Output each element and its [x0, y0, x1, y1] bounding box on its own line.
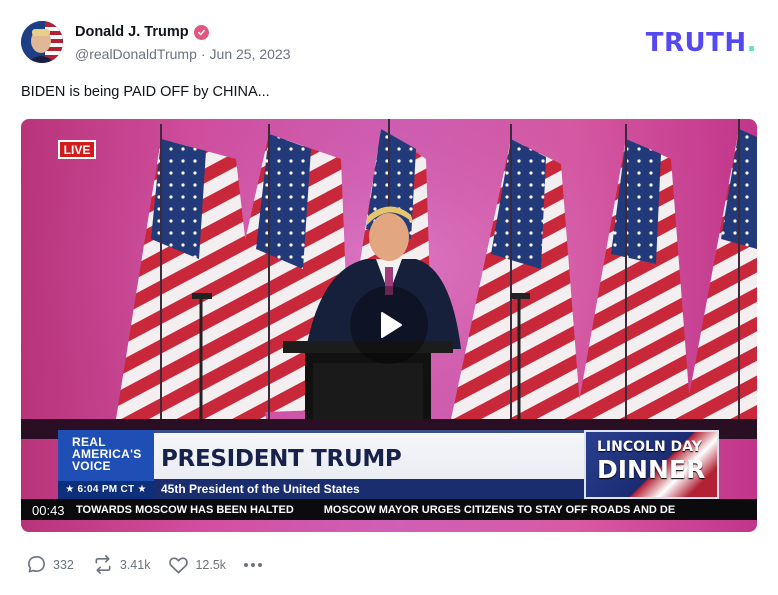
like-icon	[169, 556, 189, 573]
more-dot	[244, 562, 249, 567]
video-elapsed-time: 00:43	[32, 503, 65, 518]
truth-logo[interactable]: TRUTH.	[646, 28, 757, 58]
chyron-subheadline: 45th President of the United States	[154, 479, 584, 499]
broadcast-clock: ★ 6:04 PM CT ★	[58, 481, 154, 499]
lower-third: REAL AMERICA'S VOICE ★ 6:04 PM CT ★ PRES…	[58, 430, 719, 499]
more-dot	[251, 562, 256, 567]
retruth-button[interactable]: 3.41k	[92, 554, 151, 575]
author-display-name[interactable]: Donald J. Trump	[75, 24, 189, 40]
news-ticker: TOWARDS MOSCOW HAS BEEN HALTED MOSCOW MA…	[21, 499, 757, 520]
retruth-icon	[95, 555, 111, 574]
like-count: 12.5k	[195, 557, 227, 572]
verified-icon	[193, 24, 209, 40]
reply-count: 332	[53, 557, 74, 572]
meta-separator: ·	[200, 46, 206, 62]
play-icon	[381, 312, 402, 338]
ticker-item: MOSCOW MAYOR URGES CITIZENS TO STAY OFF …	[323, 503, 676, 516]
post-text: BIDEN is being PAID OFF by CHINA...	[21, 84, 270, 100]
video-player[interactable]: LIVE REAL AMERICA'S VOICE ★ 6:04 PM CT ★…	[21, 119, 757, 532]
chyron-headline-box: PRESIDENT TRUMP 45th President of the Un…	[154, 430, 584, 499]
play-button[interactable]	[350, 286, 428, 364]
post-actions: 332 3.41k 12.5k	[26, 554, 263, 575]
post-date[interactable]: Jun 25, 2023	[210, 46, 291, 62]
truth-logo-text: TRUTH	[645, 28, 747, 58]
retruth-count: 3.41k	[119, 557, 151, 572]
post-meta: @realDonaldTrump · Jun 25, 2023	[75, 46, 291, 62]
network-logo: REAL AMERICA'S VOICE ★ 6:04 PM CT ★	[58, 430, 154, 499]
reply-icon	[28, 556, 45, 573]
reply-button[interactable]: 332	[26, 554, 74, 575]
chyron-headline: PRESIDENT TRUMP	[161, 446, 402, 472]
truth-logo-dot: .	[746, 28, 757, 58]
live-badge: LIVE	[58, 140, 96, 159]
more-dot	[258, 562, 263, 567]
like-button[interactable]: 12.5k	[168, 555, 226, 575]
more-icon[interactable]	[244, 562, 263, 567]
event-title-line2: DINNER	[597, 455, 706, 484]
network-logo-line: VOICE	[72, 459, 111, 473]
author-avatar[interactable]	[21, 21, 63, 63]
truth-post: Donald J. Trump @realDonaldTrump · Jun 2…	[0, 0, 778, 595]
event-title-line1: LINCOLN DAY	[597, 439, 702, 455]
ticker-item: TOWARDS MOSCOW HAS BEEN HALTED	[76, 503, 294, 516]
event-graphic: LINCOLN DAY DINNER	[584, 430, 719, 499]
author-handle[interactable]: @realDonaldTrump	[75, 46, 197, 62]
